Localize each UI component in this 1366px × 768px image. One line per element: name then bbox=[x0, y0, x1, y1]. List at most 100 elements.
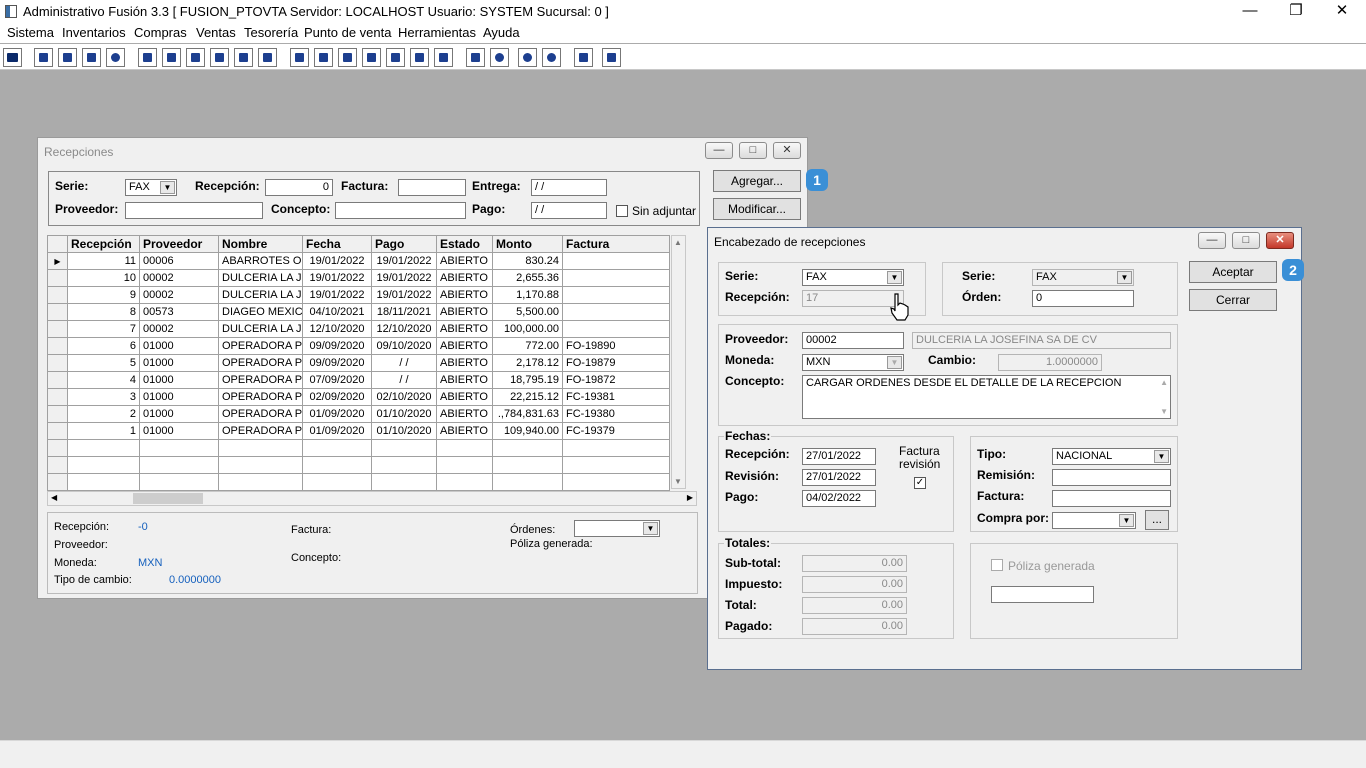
cell-factura[interactable] bbox=[562, 439, 670, 457]
calculator-icon[interactable] bbox=[3, 48, 22, 67]
table-icon[interactable] bbox=[434, 48, 453, 67]
table-row[interactable] bbox=[47, 456, 670, 474]
cell-pago[interactable]: 02/10/2020 bbox=[371, 388, 437, 406]
minimize-icon[interactable]: — bbox=[1227, 0, 1273, 24]
cell-recepcion[interactable]: 7 bbox=[67, 320, 140, 338]
cell-recepcion[interactable]: 5 bbox=[67, 354, 140, 372]
menu-ventas[interactable]: Ventas bbox=[196, 25, 236, 40]
col-monto[interactable]: Monto bbox=[492, 235, 563, 253]
cell-proveedor[interactable] bbox=[139, 439, 219, 457]
row-indicator[interactable] bbox=[47, 269, 68, 287]
close-icon[interactable]: ✕ bbox=[773, 142, 801, 159]
cell-recepcion[interactable]: 1 bbox=[67, 422, 140, 440]
chevron-down-icon[interactable]: ▼ bbox=[643, 522, 658, 535]
cell-monto[interactable]: 830.24 bbox=[492, 252, 563, 270]
cell-nombre[interactable] bbox=[218, 456, 303, 474]
table-row[interactable]: 7 00002 DULCERIA LA JC 12/10/2020 12/10/2020… bbox=[47, 320, 670, 338]
cell-monto[interactable]: .,784,831.63 bbox=[492, 405, 563, 423]
enc-concepto-textarea[interactable]: CARGAR ORDENES DESDE EL DETALLE DE LA RE… bbox=[802, 375, 1171, 419]
cell-nombre[interactable] bbox=[218, 473, 303, 491]
cell-nombre[interactable]: DULCERIA LA JC bbox=[218, 286, 303, 304]
table-row[interactable]: 4 01000 OPERADORA PF 07/09/2020 / / ABIERTO 1… bbox=[47, 371, 670, 389]
row-indicator[interactable] bbox=[47, 371, 68, 389]
pago-input[interactable]: / / bbox=[531, 202, 607, 219]
cell-factura[interactable] bbox=[562, 286, 670, 304]
cell-nombre[interactable]: OPERADORA PF bbox=[218, 388, 303, 406]
cell-recepcion[interactable]: 3 bbox=[67, 388, 140, 406]
cell-monto[interactable] bbox=[492, 456, 563, 474]
cell-monto[interactable]: 1,170.88 bbox=[492, 286, 563, 304]
cell-monto[interactable]: 5,500.00 bbox=[492, 303, 563, 321]
cell-fecha[interactable] bbox=[302, 439, 372, 457]
cell-pago[interactable]: 12/10/2020 bbox=[371, 320, 437, 338]
cell-factura[interactable]: FC-19381 bbox=[562, 388, 670, 406]
cell-pago[interactable]: 09/10/2020 bbox=[371, 337, 437, 355]
cell-fecha[interactable]: 19/01/2022 bbox=[302, 252, 372, 270]
restore-icon[interactable]: ❐ bbox=[1273, 0, 1319, 24]
modificar-button[interactable]: Modificar... bbox=[713, 198, 801, 220]
cell-factura[interactable]: FO-19879 bbox=[562, 354, 670, 372]
row-indicator[interactable] bbox=[47, 456, 68, 474]
row-indicator[interactable] bbox=[47, 422, 68, 440]
row-indicator[interactable] bbox=[47, 320, 68, 338]
cell-factura[interactable] bbox=[562, 252, 670, 270]
compra-por-ellipsis-button[interactable]: ... bbox=[1145, 510, 1169, 530]
concepto-input[interactable] bbox=[335, 202, 466, 219]
remision-input[interactable] bbox=[1052, 469, 1171, 486]
col-factura[interactable]: Factura bbox=[562, 235, 670, 253]
scroll-left-icon[interactable]: ◀ bbox=[51, 493, 57, 502]
cell-proveedor[interactable]: 01000 bbox=[139, 422, 219, 440]
cell-proveedor[interactable]: 01000 bbox=[139, 337, 219, 355]
cell-fecha[interactable]: 19/01/2022 bbox=[302, 286, 372, 304]
cerrar-button[interactable]: Cerrar bbox=[1189, 289, 1277, 311]
enc-moneda-select[interactable]: MXN ▼ bbox=[802, 354, 904, 371]
cell-pago[interactable]: / / bbox=[371, 354, 437, 372]
entrega-input[interactable]: / / bbox=[531, 179, 607, 196]
close-icon[interactable]: ✕ bbox=[1319, 0, 1365, 24]
row-indicator[interactable] bbox=[47, 286, 68, 304]
cell-pago[interactable] bbox=[371, 473, 437, 491]
cell-estado[interactable]: ABIERTO bbox=[436, 252, 493, 270]
cell-recepcion[interactable]: 4 bbox=[67, 371, 140, 389]
table-row[interactable]: 8 00573 DIAGEO MEXICO 04/10/2021 18/11/2021 A… bbox=[47, 303, 670, 321]
vertical-scrollbar[interactable]: ▲ ▼ bbox=[671, 235, 686, 489]
menu-punto-de-venta[interactable]: Punto de venta bbox=[304, 25, 391, 40]
menu-compras[interactable]: Compras bbox=[134, 25, 187, 40]
cell-recepcion[interactable] bbox=[67, 439, 140, 457]
user-icon[interactable] bbox=[138, 48, 157, 67]
zoom-icon[interactable] bbox=[490, 48, 509, 67]
cell-estado[interactable]: ABIERTO bbox=[436, 354, 493, 372]
copy-icon[interactable] bbox=[34, 48, 53, 67]
cell-recepcion[interactable] bbox=[67, 456, 140, 474]
transfer-icon[interactable] bbox=[82, 48, 101, 67]
compra-por-select[interactable]: ▼ bbox=[1052, 512, 1136, 529]
cell-estado[interactable]: ABIERTO bbox=[436, 388, 493, 406]
chevron-down-icon[interactable]: ▼ bbox=[1154, 450, 1169, 463]
receive-icon[interactable] bbox=[186, 48, 205, 67]
search-icon[interactable] bbox=[106, 48, 125, 67]
proveedor-input[interactable] bbox=[125, 202, 263, 219]
col-pago[interactable]: Pago bbox=[371, 235, 437, 253]
chevron-down-icon[interactable]: ▼ bbox=[887, 356, 902, 369]
cell-fecha[interactable]: 12/10/2020 bbox=[302, 320, 372, 338]
cell-estado[interactable]: ABIERTO bbox=[436, 337, 493, 355]
list-icon[interactable] bbox=[258, 48, 277, 67]
cell-monto[interactable]: 772.00 bbox=[492, 337, 563, 355]
document-icon[interactable] bbox=[234, 48, 253, 67]
help-icon[interactable] bbox=[602, 48, 621, 67]
cell-fecha[interactable] bbox=[302, 473, 372, 491]
cell-nombre[interactable]: DULCERIA LA JC bbox=[218, 269, 303, 287]
ordenes-select[interactable]: ▼ bbox=[574, 520, 660, 537]
scroll-up-icon[interactable]: ▲ bbox=[1160, 378, 1168, 387]
cell-monto[interactable] bbox=[492, 439, 563, 457]
users-icon[interactable] bbox=[290, 48, 309, 67]
col-recepcion[interactable]: Recepción bbox=[67, 235, 140, 253]
row-indicator[interactable] bbox=[47, 303, 68, 321]
cell-monto[interactable]: 2,178.12 bbox=[492, 354, 563, 372]
table-row[interactable] bbox=[47, 473, 670, 491]
cell-pago[interactable]: 19/01/2022 bbox=[371, 286, 437, 304]
menu-sistema[interactable]: Sistema bbox=[7, 25, 54, 40]
tipo-select[interactable]: NACIONAL ▼ bbox=[1052, 448, 1171, 465]
undo-icon[interactable] bbox=[542, 48, 561, 67]
fecha-recepcion-input[interactable]: 27/01/2022 bbox=[802, 448, 876, 465]
